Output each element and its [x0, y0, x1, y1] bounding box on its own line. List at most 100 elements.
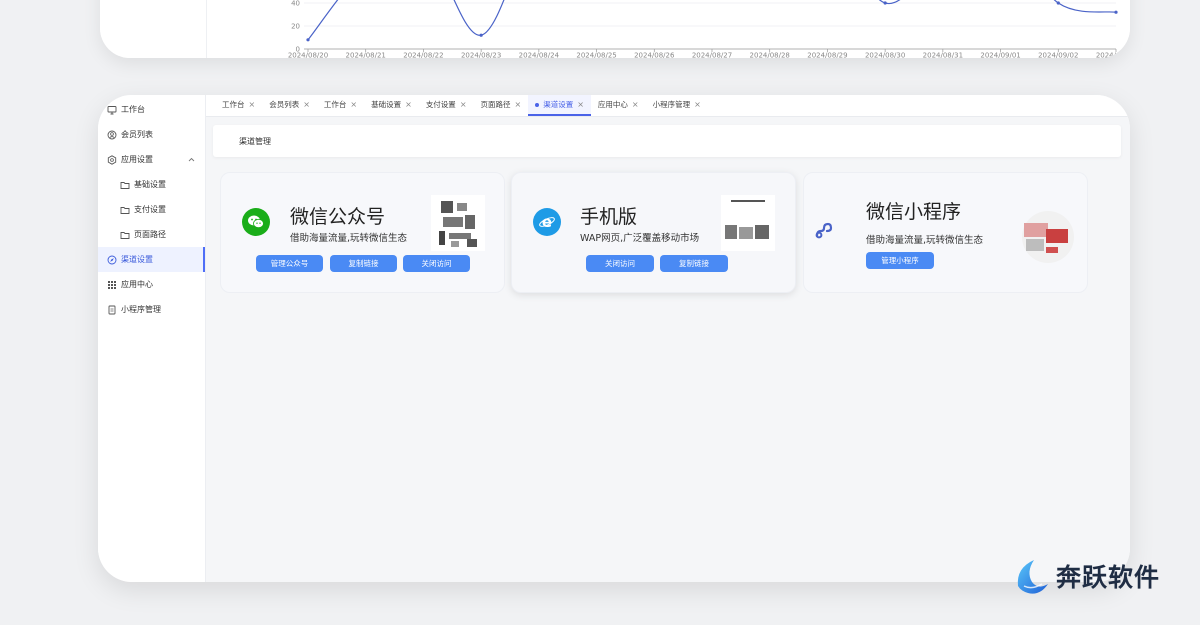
qr-code-image — [721, 195, 775, 251]
compass-icon — [107, 255, 117, 265]
monitor-icon — [107, 105, 117, 115]
close-icon[interactable]: × — [303, 100, 310, 109]
sidebar-item-channel-settings[interactable]: 渠道设置 — [98, 247, 205, 272]
y-tick-label: 20 — [291, 23, 300, 31]
close-access-button[interactable]: 关闭访问 — [403, 255, 470, 272]
svg-text:e: e — [542, 213, 552, 231]
x-tick-label: 2024/09/02 — [1038, 52, 1078, 59]
sidebar-item-payment-settings[interactable]: 支付设置 — [98, 197, 205, 222]
close-access-button[interactable]: 关闭访问 — [586, 255, 654, 272]
grid-icon — [107, 280, 117, 290]
brand-logo: 奔跃软件 — [1012, 556, 1160, 596]
sidebar-item-label: 应用设置 — [121, 155, 153, 164]
sidebar-item-miniprogram[interactable]: 小程序管理 — [98, 297, 205, 322]
data-point — [306, 38, 310, 42]
sidebar-item-app-settings[interactable]: 应用设置 — [98, 147, 205, 172]
chart-area: 0 20 40 2024/08/20 2024/08/21 2024/08/22 2024/… — [207, 0, 1130, 58]
channel-card-miniprogram: 微信小程序 借助海量流量,玩转微信生态 管理小程序 — [803, 172, 1088, 293]
copy-link-button[interactable]: 复制链接 — [330, 255, 397, 272]
manage-official-account-button[interactable]: 管理公众号 — [256, 255, 323, 272]
active-dot — [535, 102, 540, 107]
tab-members[interactable]: 会员列表 × — [262, 95, 317, 116]
x-tick-label: 2024/08/24 — [519, 52, 560, 59]
tab-label: 渠道设置 — [543, 100, 574, 109]
folder-icon — [120, 205, 130, 215]
sidebar-item-basic-settings[interactable]: 基础设置 — [98, 172, 205, 197]
tab-label: 页面路径 — [480, 100, 511, 109]
data-point — [479, 33, 483, 37]
tab-workbench-2[interactable]: 工作台 × — [317, 95, 364, 116]
close-icon[interactable]: × — [405, 100, 412, 109]
tab-basic-settings[interactable]: 基础设置 × — [364, 95, 419, 116]
data-point — [883, 1, 887, 5]
close-icon[interactable]: × — [632, 100, 639, 109]
brand-wave-icon — [1017, 560, 1048, 594]
document-icon — [107, 305, 117, 315]
folder-icon — [120, 230, 130, 240]
gear-icon — [107, 154, 117, 165]
tab-label: 支付设置 — [425, 100, 456, 109]
user-icon — [107, 130, 117, 140]
data-point — [1056, 1, 1060, 5]
tab-workbench[interactable]: 工作台 × — [215, 95, 262, 116]
tab-label: 小程序管理 — [652, 100, 691, 109]
chart-card-sidebar — [100, 0, 207, 58]
sidebar-item-members[interactable]: 会员列表 — [98, 122, 205, 147]
x-tick-label: 2024/09/01 — [980, 52, 1020, 59]
tab-payment-settings[interactable]: 支付设置 × — [419, 95, 474, 116]
sidebar-item-label: 应用中心 — [121, 280, 153, 289]
x-tick-label: 2024/08/26 — [634, 52, 675, 59]
sidebar-item-label: 基础设置 — [134, 180, 166, 189]
data-point — [1114, 10, 1118, 14]
tab-label: 工作台 — [222, 100, 245, 109]
tab-app-center[interactable]: 应用中心 × — [591, 95, 646, 116]
sidebar-item-workbench[interactable]: 工作台 — [98, 97, 205, 122]
wechat-icon — [242, 208, 270, 236]
sidebar-item-label: 渠道设置 — [121, 255, 153, 264]
tab-page-paths[interactable]: 页面路径 × — [474, 95, 529, 116]
card-description: 借助海量流量,玩转微信生态 — [290, 233, 408, 244]
sidebar: 工作台 会员列表 应用设置 基础设置 支付设置 页面路径 渠道设置 应用中心 小… — [98, 95, 206, 582]
sidebar-item-label: 页面路径 — [134, 230, 166, 239]
tab-label: 应用中心 — [597, 100, 628, 109]
close-icon[interactable]: × — [577, 100, 584, 109]
sidebar-item-label: 小程序管理 — [121, 305, 161, 314]
close-icon[interactable]: × — [249, 100, 256, 109]
analytics-chart-card: 0 20 40 2024/08/20 2024/08/21 2024/08/22 2024/… — [100, 0, 1130, 58]
close-icon[interactable]: × — [460, 100, 467, 109]
x-tick-label: 2024/08/31 — [923, 52, 963, 59]
card-title: 微信小程序 — [866, 201, 962, 223]
card-description: WAP网页,广泛覆盖移动市场 — [580, 233, 700, 244]
page-title: 渠道管理 — [213, 125, 1121, 157]
sidebar-item-page-paths[interactable]: 页面路径 — [98, 222, 205, 247]
x-tick-label: 2024/08/22 — [403, 52, 443, 59]
series-line — [307, 0, 1117, 41]
tab-channel-settings[interactable]: 渠道设置 × — [528, 95, 591, 116]
x-tick-label: 2024/08/28 — [750, 52, 790, 59]
sidebar-item-label: 工作台 — [121, 105, 145, 114]
sidebar-item-app-center[interactable]: 应用中心 — [98, 272, 205, 297]
tab-miniprogram[interactable]: 小程序管理 × — [646, 95, 708, 116]
x-tick-label: 2024/08/23 — [461, 52, 501, 59]
folder-icon — [120, 180, 130, 190]
close-icon[interactable]: × — [694, 100, 701, 109]
app-window: 工作台 会员列表 应用设置 基础设置 支付设置 页面路径 渠道设置 应用中心 小… — [98, 95, 1130, 582]
tab-bar: 工作台 × 会员列表 × 工作台 × 基础设置 × 支付设置 × 页面路径 × 渠道设置 × — [206, 95, 1130, 117]
y-tick-label: 40 — [291, 0, 300, 8]
copy-link-button[interactable]: 复制链接 — [660, 255, 728, 272]
x-tick-label: 2024/08/30 — [865, 52, 905, 59]
x-tick-label: 2024/08/20 — [288, 52, 328, 59]
channel-card-wechat-official: 微信公众号 借助海量流量,玩转微信生态 管理公众号 复制链接 关闭访问 — [220, 172, 505, 293]
sidebar-item-label: 支付设置 — [134, 205, 166, 214]
x-tick-label: 2024/08/27 — [692, 52, 732, 59]
x-tick-label: 2024/08/21 — [346, 52, 386, 59]
card-title: 手机版 — [580, 206, 638, 228]
brand-name: 奔跃软件 — [1056, 563, 1161, 592]
close-icon[interactable]: × — [515, 100, 522, 109]
channel-card-mobile: e 手机版 WAP网页,广泛覆盖移动市场 关闭访问 复制链接 — [511, 172, 796, 293]
manage-miniprogram-button[interactable]: 管理小程序 — [866, 252, 934, 269]
miniprogram-code-image — [1018, 209, 1074, 265]
x-tick-label: 2024/08/25 — [576, 52, 616, 59]
chevron-up-icon[interactable] — [188, 155, 195, 164]
close-icon[interactable]: × — [350, 100, 357, 109]
